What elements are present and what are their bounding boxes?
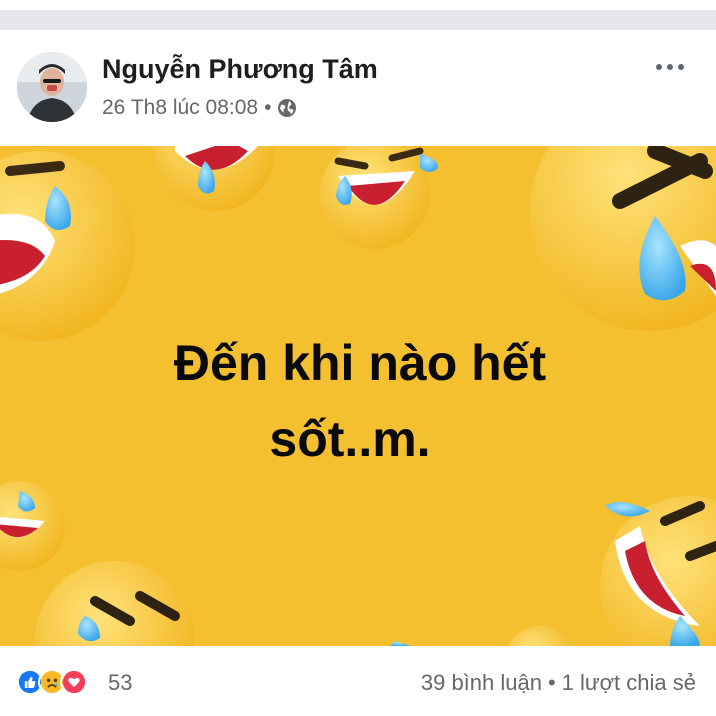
laughing-emoji-background	[0, 146, 716, 646]
love-icon	[60, 668, 88, 696]
reactions-summary[interactable]	[16, 668, 88, 696]
globe-icon[interactable]	[277, 98, 297, 118]
stats-separator: •	[547, 670, 556, 695]
post-stats: 39 bình luận • 1 lượt chia sẻ	[421, 670, 696, 696]
comments-count[interactable]: 39 bình luận	[421, 670, 542, 696]
shares-count[interactable]: 1 lượt chia sẻ	[562, 670, 696, 696]
more-options-icon[interactable]	[648, 54, 692, 80]
post-author-name[interactable]: Nguyễn Phương Tâm	[102, 54, 378, 85]
reaction-count[interactable]: 53	[108, 670, 132, 696]
post-image[interactable]: Đến khi nào hết sốt..m.	[0, 146, 716, 646]
avatar[interactable]	[17, 52, 87, 122]
post-footer: 53 39 bình luận • 1 lượt chia sẻ	[0, 646, 716, 716]
caption-line-2: sốt..m.	[269, 411, 431, 467]
feed-divider	[0, 0, 716, 30]
post-meta: 26 Th8 lúc 08:08 •	[102, 96, 297, 120]
meta-separator: •	[264, 96, 272, 119]
post-header: Nguyễn Phương Tâm 26 Th8 lúc 08:08 •	[0, 30, 716, 146]
post-timestamp[interactable]: 26 Th8 lúc 08:08	[102, 96, 258, 120]
caption-line-1: Đến khi nào hết	[173, 335, 547, 391]
